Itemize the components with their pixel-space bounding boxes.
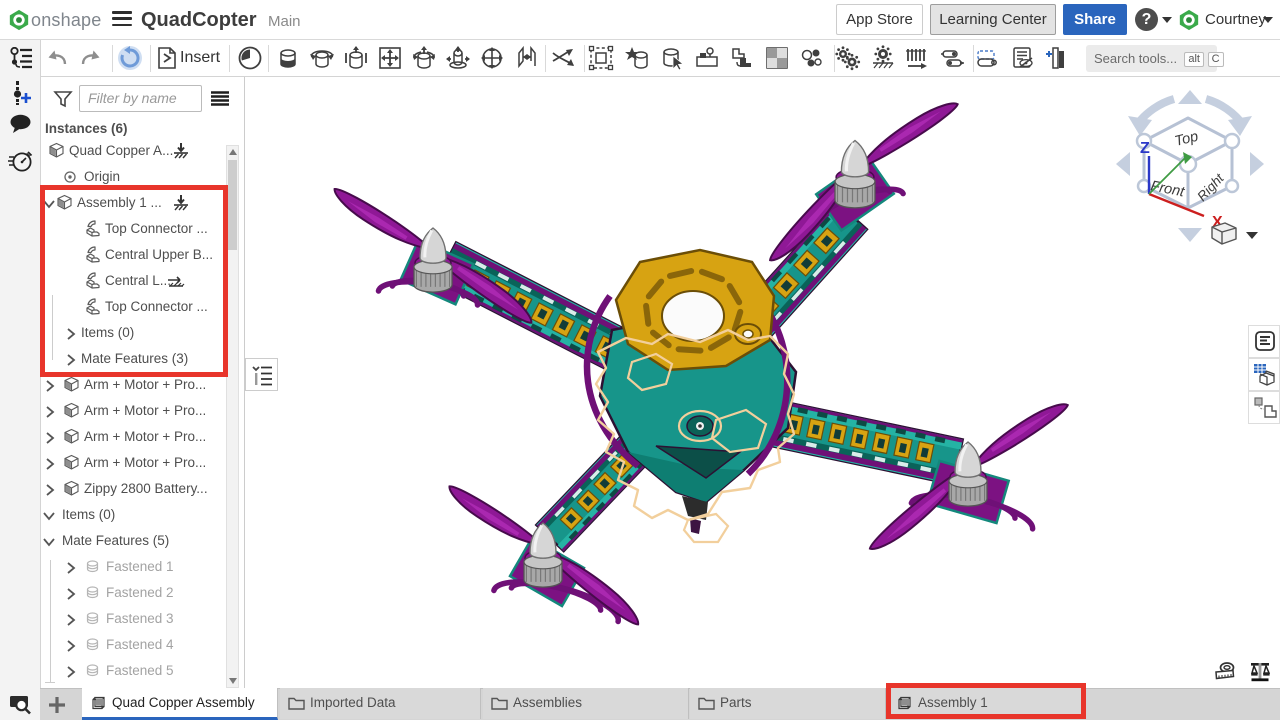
svg-text:Z: Z xyxy=(1140,140,1150,157)
